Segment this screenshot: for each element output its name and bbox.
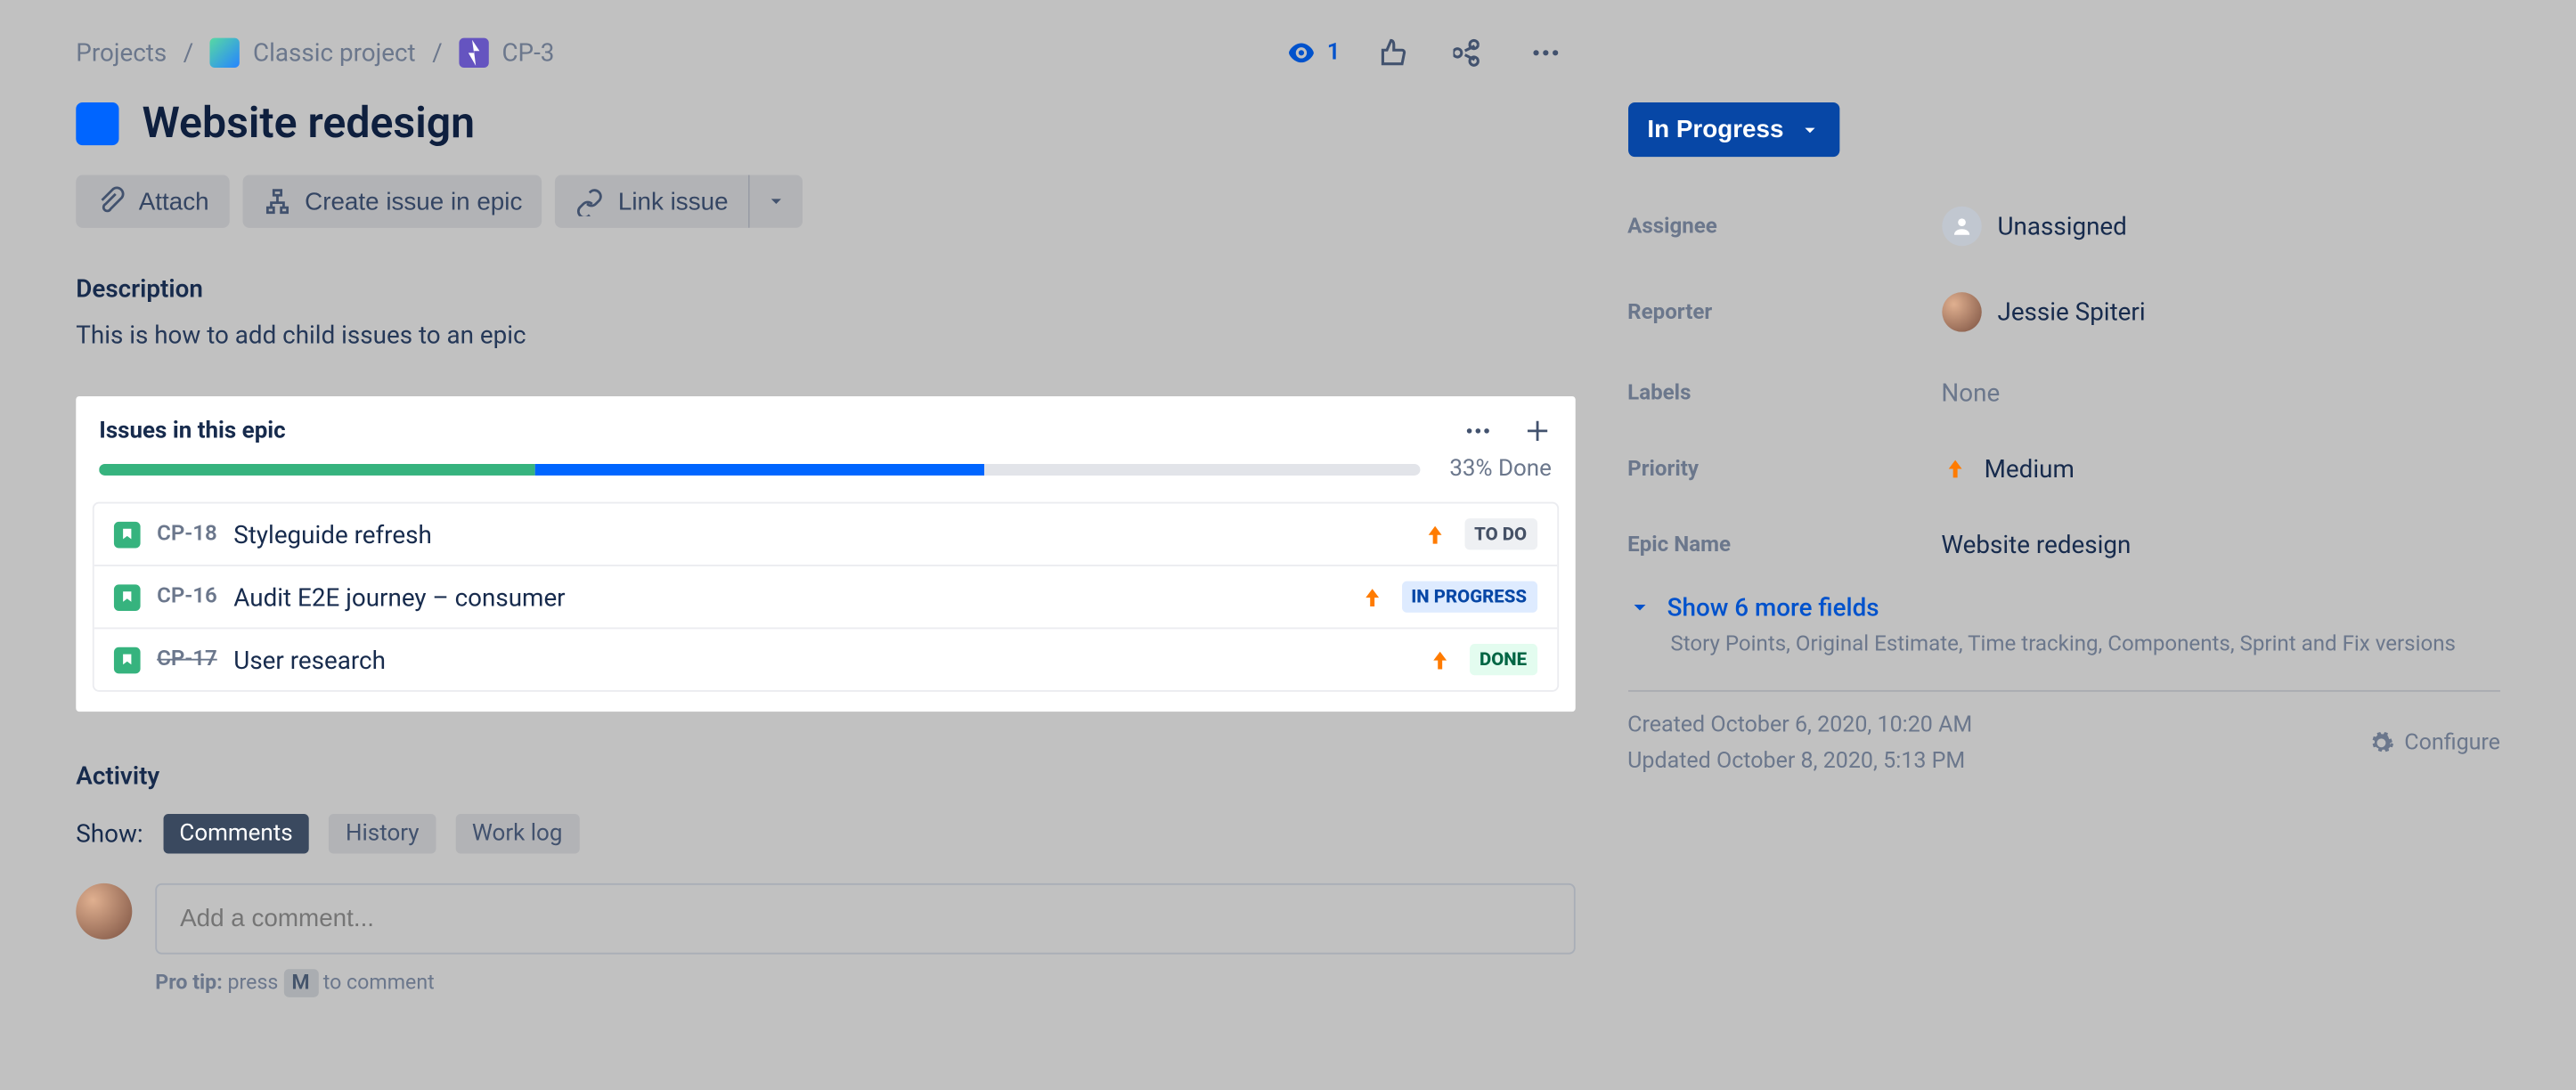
issue-key[interactable]: CP-18: [157, 522, 217, 547]
priority-icon: [1358, 583, 1385, 610]
assignee-label: Assignee: [1627, 214, 1941, 239]
side-divider: [1627, 690, 2500, 692]
issue-title[interactable]: Website redesign: [142, 99, 475, 149]
tab-worklog[interactable]: Work log: [455, 814, 579, 853]
thumbs-up-icon: [1376, 37, 1409, 69]
issue-list: CP-18 Styleguide refresh TO DO CP-16 Audit E…: [93, 502, 1558, 692]
link-issue-more-button[interactable]: [748, 175, 803, 228]
create-child-label: Create issue in epic: [305, 187, 522, 216]
kebab-icon: [1528, 37, 1561, 69]
hierarchy-icon: [262, 187, 291, 216]
link-issue-label: Link issue: [618, 187, 729, 216]
watchers-count: 1: [1327, 39, 1341, 66]
create-child-button[interactable]: Create issue in epic: [242, 175, 542, 228]
issues-panel-heading: Issues in this epic: [99, 418, 285, 444]
kebab-icon: [1463, 416, 1492, 445]
activity-heading: Activity: [76, 761, 1575, 791]
more-actions-button[interactable]: [1522, 29, 1569, 76]
epic-color-chip: [76, 102, 118, 145]
tab-comments[interactable]: Comments: [163, 814, 309, 853]
add-issue-button[interactable]: [1522, 416, 1552, 445]
attach-button[interactable]: Attach: [76, 175, 229, 228]
like-button[interactable]: [1370, 29, 1416, 76]
issues-panel-more-button[interactable]: [1463, 416, 1492, 445]
issue-key[interactable]: CP-16: [157, 584, 217, 609]
priority-icon: [1422, 521, 1448, 548]
epic-type-icon: [459, 38, 488, 68]
reporter-value[interactable]: Jessie Spiteri: [1941, 292, 2145, 331]
watchers-button[interactable]: 1: [1284, 37, 1341, 69]
breadcrumb-sep: /: [183, 38, 194, 68]
story-type-icon: [114, 583, 141, 610]
link-issue-button[interactable]: Link issue: [555, 175, 747, 228]
chevron-down-icon: [1800, 119, 1820, 139]
breadcrumb: Projects / Classic project / CP-3: [76, 38, 554, 68]
priority-label: Priority: [1627, 457, 1941, 482]
breadcrumb-sep: /: [432, 38, 443, 68]
issue-summary[interactable]: User research: [233, 645, 1410, 674]
show-more-fields-subtext: Story Points, Original Estimate, Time tr…: [1670, 632, 2500, 657]
plus-icon: [1522, 416, 1552, 445]
comment-input[interactable]: [155, 883, 1575, 955]
chevron-down-icon: [766, 191, 786, 211]
reporter-label: Reporter: [1627, 300, 1941, 325]
configure-button[interactable]: Configure: [2368, 729, 2500, 756]
epic-name-value[interactable]: Website redesign: [1941, 530, 2131, 559]
status-badge[interactable]: DONE: [1470, 644, 1537, 675]
epic-progress-bar: [99, 463, 1420, 475]
story-type-icon: [114, 521, 141, 548]
status-badge[interactable]: TO DO: [1464, 518, 1537, 549]
issue-summary[interactable]: Styleguide refresh: [233, 519, 1405, 549]
gear-icon: [2368, 729, 2395, 756]
project-icon: [210, 38, 240, 68]
status-badge[interactable]: IN PROGRESS: [1401, 582, 1537, 613]
breadcrumb-issue-key[interactable]: CP-3: [501, 38, 554, 68]
assignee-value[interactable]: Unassigned: [1941, 207, 2126, 246]
attach-icon: [96, 187, 126, 216]
labels-label: Labels: [1627, 380, 1941, 405]
attach-label: Attach: [139, 187, 209, 216]
breadcrumb-project[interactable]: Classic project: [253, 38, 416, 68]
description-heading: Description: [76, 274, 1575, 304]
issues-in-epic-panel: Issues in this epic: [76, 396, 1575, 712]
comment-protip: Pro tip: press M to comment: [155, 971, 1575, 996]
issue-row[interactable]: CP-16 Audit E2E journey – consumer IN PROG…: [94, 566, 1557, 629]
reporter-avatar: [1941, 292, 1980, 331]
issue-key[interactable]: CP-17: [157, 647, 217, 672]
story-type-icon: [114, 647, 141, 673]
created-date: Created October 6, 2020, 10:20 AM: [1627, 712, 1972, 738]
share-icon: [1453, 37, 1486, 69]
epic-progress-label: 33% Done: [1449, 456, 1552, 483]
epic-name-label: Epic Name: [1627, 533, 1941, 557]
updated-date: Updated October 8, 2020, 5:13 PM: [1627, 748, 1972, 775]
issue-row[interactable]: CP-18 Styleguide refresh TO DO: [94, 503, 1557, 565]
priority-value[interactable]: Medium: [1941, 454, 2074, 484]
issue-row[interactable]: CP-17 User research DONE: [94, 629, 1557, 690]
chevron-down-icon: [1627, 596, 1651, 619]
current-user-avatar: [76, 883, 132, 940]
priority-icon: [1427, 647, 1454, 673]
unassigned-avatar-icon: [1941, 207, 1980, 246]
description-body[interactable]: This is how to add child issues to an ep…: [76, 321, 1575, 350]
link-icon: [575, 187, 605, 216]
labels-value[interactable]: None: [1941, 378, 2000, 408]
issue-summary[interactable]: Audit E2E journey – consumer: [233, 582, 1341, 612]
share-button[interactable]: [1446, 29, 1492, 76]
priority-medium-icon: [1941, 456, 1968, 483]
activity-show-label: Show:: [76, 819, 143, 849]
eye-icon: [1284, 37, 1317, 69]
show-more-fields-button[interactable]: Show 6 more fields: [1627, 593, 2500, 622]
status-label: In Progress: [1647, 116, 1783, 144]
status-dropdown[interactable]: In Progress: [1627, 102, 1839, 157]
breadcrumb-projects[interactable]: Projects: [76, 38, 167, 68]
tab-history[interactable]: History: [329, 814, 436, 853]
